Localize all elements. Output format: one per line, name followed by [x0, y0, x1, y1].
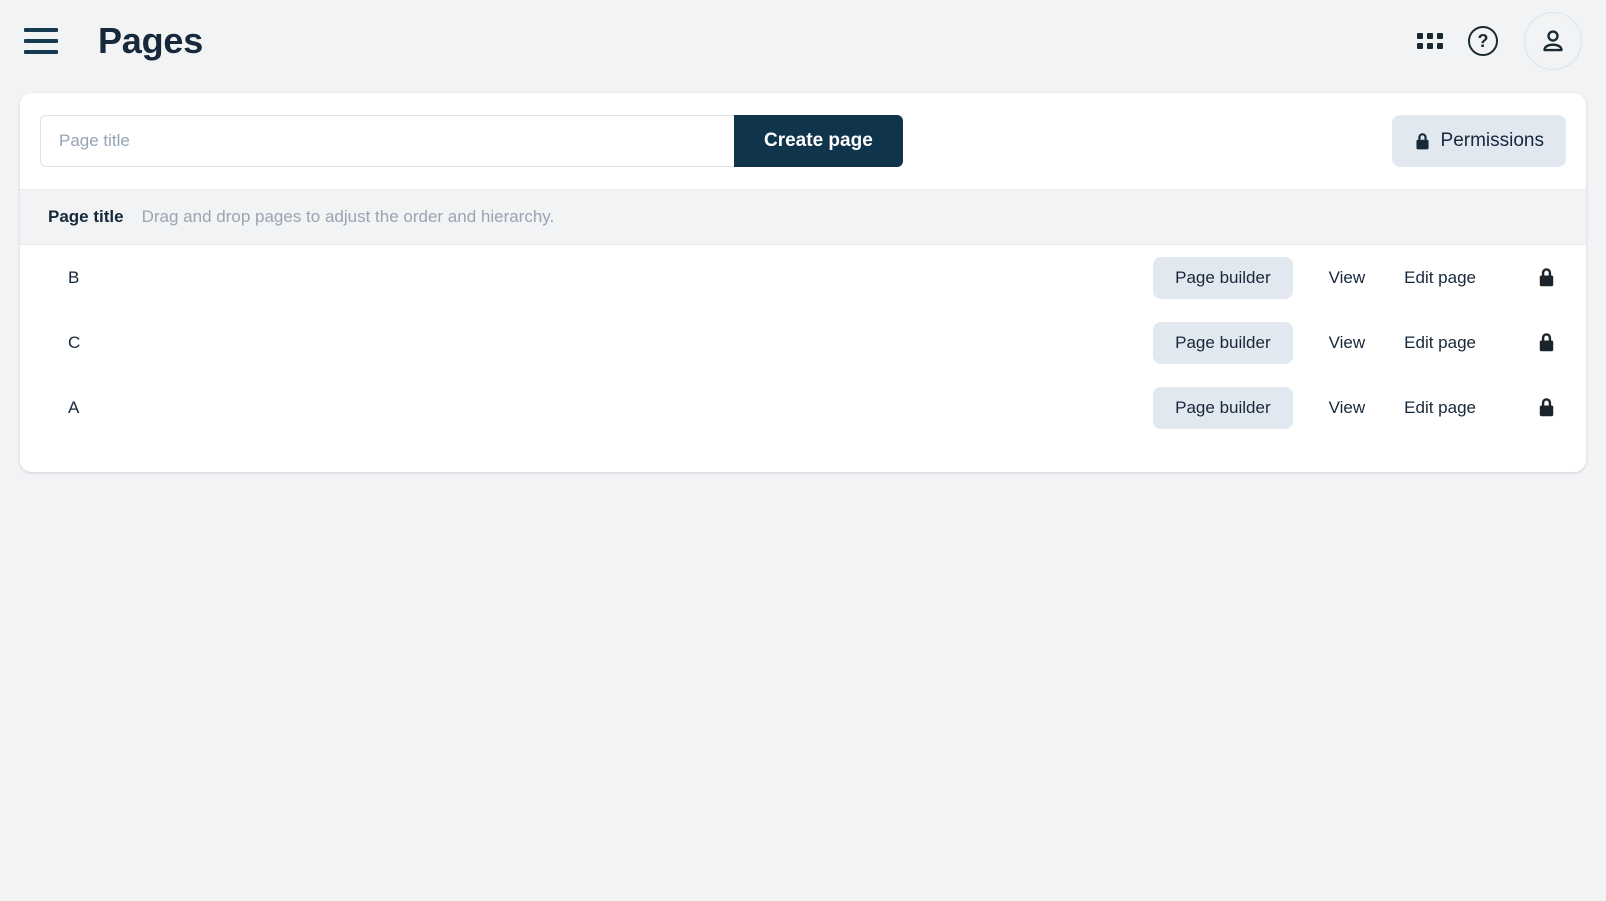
table-header: Page title Drag and drop pages to adjust… — [20, 189, 1586, 245]
table-row-a[interactable]: A Page builder View Edit page — [20, 375, 1586, 440]
app-header: Pages ? — [0, 0, 1606, 82]
user-avatar-icon[interactable] — [1524, 12, 1582, 70]
grid-dot — [1427, 33, 1433, 39]
header-actions: ? — [1417, 12, 1582, 70]
hamburger-bar — [24, 28, 58, 32]
row-page-title: B — [68, 267, 80, 287]
grid-dot — [1437, 43, 1443, 49]
lock-icon — [1415, 132, 1429, 149]
page-title-input[interactable] — [40, 115, 734, 167]
view-link[interactable]: View — [1329, 333, 1366, 353]
view-link[interactable]: View — [1329, 268, 1366, 288]
pages-list: B Page builder View Edit page C Page bui… — [20, 245, 1586, 440]
row-lock-icon[interactable] — [1534, 267, 1558, 288]
row-page-title: A — [68, 397, 80, 417]
table-row-b[interactable]: B Page builder View Edit page — [20, 245, 1586, 310]
row-lock-icon[interactable] — [1534, 332, 1558, 353]
lock-icon — [1539, 333, 1553, 352]
pages-card: Create page Permissions Page title Drag … — [20, 93, 1586, 472]
view-link[interactable]: View — [1329, 398, 1366, 418]
permissions-button[interactable]: Permissions — [1391, 115, 1566, 167]
create-page-group: Create page — [40, 115, 903, 167]
row-actions: Page builder View Edit page — [1153, 321, 1558, 364]
table-hint-text: Drag and drop pages to adjust the order … — [141, 207, 555, 226]
edit-page-link[interactable]: Edit page — [1404, 398, 1476, 418]
hamburger-bar — [24, 50, 58, 54]
apps-grid-icon[interactable] — [1417, 29, 1443, 53]
hamburger-bar — [24, 39, 58, 43]
card-bottom-spacer — [20, 440, 1586, 472]
row-actions: Page builder View Edit page — [1153, 386, 1558, 429]
page-title: Pages — [98, 20, 204, 61]
avatar-glyph — [1543, 30, 1563, 52]
grid-dot — [1417, 33, 1423, 39]
card-toolbar: Create page Permissions — [20, 93, 1586, 189]
create-page-button[interactable]: Create page — [734, 115, 903, 167]
grid-dot — [1417, 43, 1423, 49]
hamburger-menu-icon[interactable] — [24, 28, 58, 54]
lock-icon — [1539, 268, 1553, 287]
lock-icon — [1539, 398, 1553, 417]
column-header-page-title: Page title — [48, 207, 124, 226]
page-builder-button[interactable]: Page builder — [1153, 256, 1293, 299]
help-circle-icon[interactable]: ? — [1468, 26, 1498, 56]
edit-page-link[interactable]: Edit page — [1404, 268, 1476, 288]
grid-dot — [1427, 43, 1433, 49]
table-row-c[interactable]: C Page builder View Edit page — [20, 310, 1586, 375]
page-builder-button[interactable]: Page builder — [1153, 386, 1293, 429]
row-actions: Page builder View Edit page — [1153, 256, 1558, 299]
page-builder-button[interactable]: Page builder — [1153, 321, 1293, 364]
row-lock-icon[interactable] — [1534, 397, 1558, 418]
edit-page-link[interactable]: Edit page — [1404, 333, 1476, 353]
permissions-label: Permissions — [1440, 130, 1544, 151]
row-page-title: C — [68, 332, 81, 352]
grid-dot — [1437, 33, 1443, 39]
